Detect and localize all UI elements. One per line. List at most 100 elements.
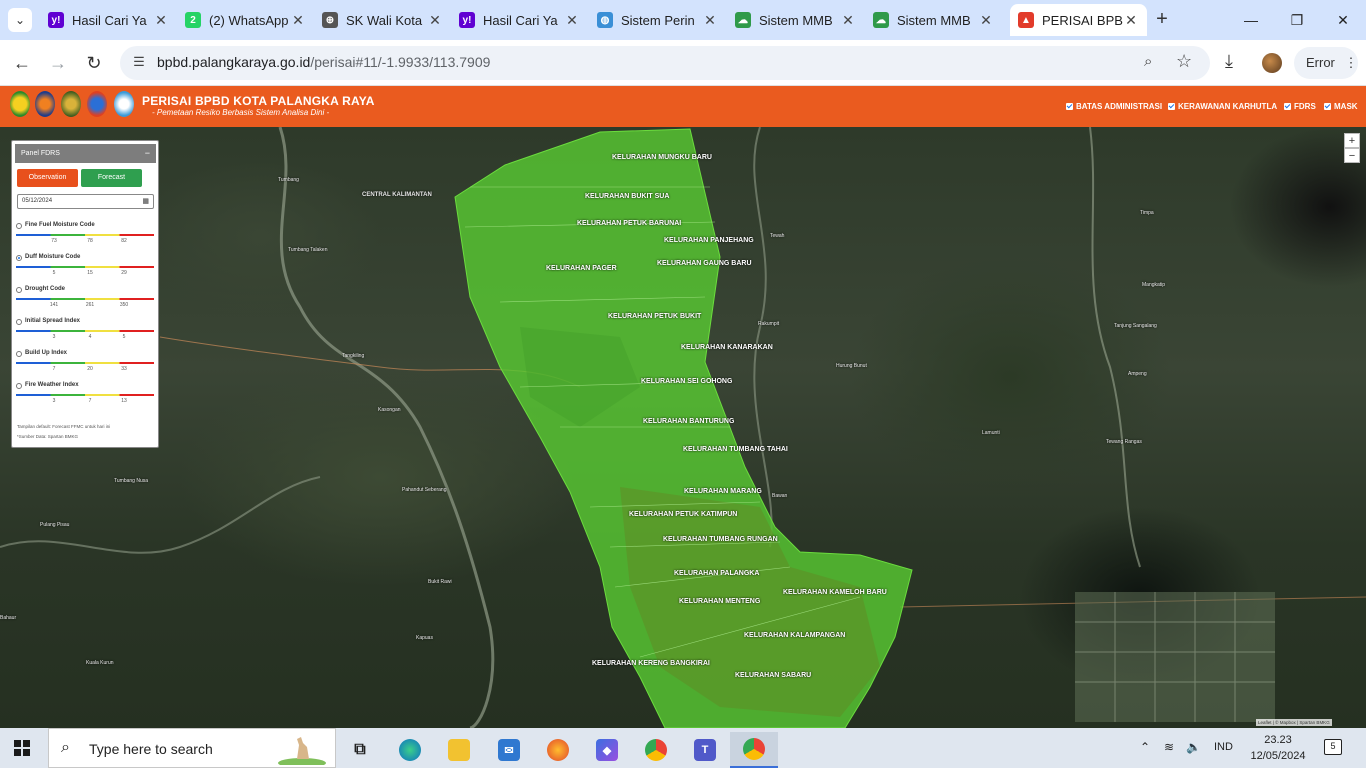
taskbar-search[interactable]: ⌕ Type here to search bbox=[48, 728, 336, 768]
close-tab-icon[interactable]: ✕ bbox=[840, 12, 856, 29]
panel-header[interactable]: Panel FDRS − bbox=[15, 144, 156, 163]
checkbox-icon[interactable] bbox=[1168, 103, 1175, 110]
tab-5[interactable]: ◍ Sistem Perin ✕ bbox=[589, 4, 726, 36]
index-option[interactable]: Initial Spread Index 3 4 5 bbox=[16, 318, 156, 349]
close-tab-icon[interactable]: ✕ bbox=[427, 12, 443, 29]
site-subtitle: - Pemetaan Resiko Berbasis Sistem Analis… bbox=[152, 108, 330, 117]
maximize-button[interactable]: ❐ bbox=[1274, 6, 1320, 34]
task-view-icon[interactable]: ⧉ bbox=[340, 732, 380, 768]
minimize-button[interactable]: — bbox=[1228, 6, 1274, 34]
site-info-icon[interactable]: ☰ bbox=[130, 54, 148, 72]
radio-button[interactable] bbox=[16, 319, 22, 325]
radio-button[interactable] bbox=[16, 223, 22, 229]
layer-toggle-fdrs[interactable]: FDRS bbox=[1284, 102, 1316, 111]
tab-2[interactable]: 2 (2) WhatsApp ✕ bbox=[177, 4, 314, 36]
index-option[interactable]: Build Up Index 7 20 33 bbox=[16, 350, 156, 381]
kebab-menu-icon[interactable]: ⋮ bbox=[1345, 55, 1358, 70]
close-tab-icon[interactable]: ✕ bbox=[1123, 12, 1139, 29]
file-explorer-icon[interactable] bbox=[439, 732, 479, 768]
bookmark-star-icon[interactable]: ☆ bbox=[1176, 51, 1192, 72]
index-option[interactable]: Fire Weather Index 3 7 13 bbox=[16, 382, 156, 413]
layer-toggle-karhutla[interactable]: KERAWANAN KARHUTLA bbox=[1168, 102, 1277, 111]
close-tab-icon[interactable]: ✕ bbox=[702, 12, 718, 29]
forecast-button[interactable]: Forecast bbox=[81, 169, 142, 187]
map-attribution[interactable]: Leaflet | © Mapbox | Spartan BMKG bbox=[1256, 719, 1332, 726]
mail-icon[interactable]: ✉ bbox=[489, 732, 529, 768]
kelurahan-label: KELURAHAN PETUK BARUNAI bbox=[577, 220, 682, 227]
map-canvas[interactable]: KELURAHAN MUNGKU BARU KELURAHAN BUKIT SUA… bbox=[0, 127, 1366, 728]
checkbox-icon[interactable] bbox=[1284, 103, 1291, 110]
tab-1[interactable]: y! Hasil Cari Ya ✕ bbox=[40, 4, 177, 36]
kelurahan-label: KELURAHAN SEI GOHONG bbox=[641, 378, 733, 385]
url-text[interactable]: bpbd.palangkaraya.go.id/perisai#11/-1.99… bbox=[157, 54, 490, 70]
notification-icon[interactable]: 5 bbox=[1324, 739, 1342, 755]
zoom-icon[interactable]: ⌕ bbox=[1144, 53, 1152, 70]
tab-title: Hasil Cari Ya bbox=[483, 12, 558, 28]
tab-6[interactable]: ☁ Sistem MMB ✕ bbox=[727, 4, 864, 36]
tab-7[interactable]: ☁ Sistem MMB ✕ bbox=[865, 4, 1002, 36]
layer-toggle-batas[interactable]: BATAS ADMINISTRASI bbox=[1066, 102, 1162, 111]
chrome-icon[interactable] bbox=[636, 732, 676, 768]
place-label: Kapuas bbox=[416, 635, 433, 641]
tab-8[interactable]: ▲ PERISAI BPBD✕ bbox=[1010, 4, 1147, 36]
collapse-icon[interactable]: − bbox=[145, 144, 150, 163]
scale-tick: 5 bbox=[52, 270, 56, 276]
place-label: Hurung Bunut bbox=[836, 363, 867, 369]
index-option[interactable]: Duff Moisture Code 5 15 29 bbox=[16, 254, 156, 285]
close-tab-icon[interactable]: ✕ bbox=[153, 12, 169, 29]
place-label: CENTRAL KALIMANTAN bbox=[362, 192, 432, 198]
kelurahan-label: KELURAHAN PAGER bbox=[546, 265, 617, 272]
edge-icon[interactable] bbox=[390, 732, 430, 768]
back-icon[interactable]: ← bbox=[9, 50, 35, 76]
radio-button[interactable] bbox=[16, 383, 22, 389]
volume-icon[interactable]: 🔈 bbox=[1186, 740, 1201, 754]
tab-4[interactable]: y! Hasil Cari Ya ✕ bbox=[451, 4, 588, 36]
observation-button[interactable]: Observation bbox=[17, 169, 78, 187]
kelurahan-label: KELURAHAN GAUNG BARU bbox=[657, 260, 752, 267]
kelurahan-label: KELURAHAN BANTURUNG bbox=[643, 418, 735, 425]
reload-icon[interactable]: ↻ bbox=[81, 50, 107, 76]
language-indicator[interactable]: IND bbox=[1214, 741, 1233, 753]
scale-tick: 82 bbox=[121, 238, 127, 244]
close-window-button[interactable]: ✕ bbox=[1320, 6, 1366, 34]
checkbox-icon[interactable] bbox=[1324, 103, 1331, 110]
radio-button[interactable] bbox=[16, 255, 22, 261]
zoom-out-button[interactable]: − bbox=[1344, 148, 1360, 163]
calendar-icon[interactable]: ▦ bbox=[142, 195, 149, 208]
tab-search-button[interactable]: ⌄ bbox=[8, 8, 32, 32]
forward-icon[interactable]: → bbox=[45, 50, 71, 76]
scale-tick: 261 bbox=[85, 302, 95, 308]
index-option[interactable]: Fine Fuel Moisture Code 73 78 82 bbox=[16, 222, 156, 253]
teams-icon[interactable]: T bbox=[685, 732, 725, 768]
profile-avatar[interactable] bbox=[1262, 53, 1282, 73]
checkbox-icon[interactable] bbox=[1066, 103, 1073, 110]
firefox-icon[interactable] bbox=[538, 732, 578, 768]
chrome-active-icon[interactable] bbox=[730, 732, 778, 768]
place-label: Mangkatip bbox=[1142, 282, 1166, 288]
download-icon[interactable]: ⤓ bbox=[1225, 51, 1233, 72]
radio-button[interactable] bbox=[16, 351, 22, 357]
place-label: Bukit Rawi bbox=[428, 579, 452, 585]
close-tab-icon[interactable]: ✕ bbox=[290, 12, 306, 29]
earth-icon: ◍ bbox=[597, 12, 613, 28]
radio-button[interactable] bbox=[16, 287, 22, 293]
kelurahan-label: KELURAHAN BUKIT SUA bbox=[585, 193, 670, 200]
address-bar[interactable]: ☰ bpbd.palangkaraya.go.id/perisai#11/-1.… bbox=[120, 46, 1210, 80]
bmkg-logo bbox=[114, 91, 134, 117]
taskbar-clock[interactable]: 23.23 12/05/2024 bbox=[1246, 732, 1310, 764]
panel-note-source: *Sumber Data: Spartan BMKG bbox=[17, 434, 79, 439]
new-tab-button[interactable]: + bbox=[1150, 8, 1174, 32]
close-tab-icon[interactable]: ✕ bbox=[564, 12, 580, 29]
date-input[interactable]: 05/12/2024 ▦ bbox=[17, 194, 154, 209]
windows-start-icon[interactable] bbox=[14, 740, 30, 756]
index-option[interactable]: Drought Code 141 261 350 bbox=[16, 286, 156, 317]
layer-toggle-mask[interactable]: MASK bbox=[1324, 102, 1358, 111]
zoom-in-button[interactable]: + bbox=[1344, 133, 1360, 148]
copilot-icon[interactable]: ◆ bbox=[587, 732, 627, 768]
tray-chevron-icon[interactable]: ⌃ bbox=[1140, 740, 1150, 754]
tab-3[interactable]: ⊕ SK Wali Kota ✕ bbox=[314, 4, 451, 36]
close-tab-icon[interactable]: ✕ bbox=[978, 12, 994, 29]
profile-error-button[interactable]: Error ⋮ bbox=[1294, 47, 1358, 79]
search-highlight-alpaca-icon[interactable] bbox=[277, 733, 327, 765]
wifi-icon[interactable]: ≋ bbox=[1164, 740, 1174, 754]
